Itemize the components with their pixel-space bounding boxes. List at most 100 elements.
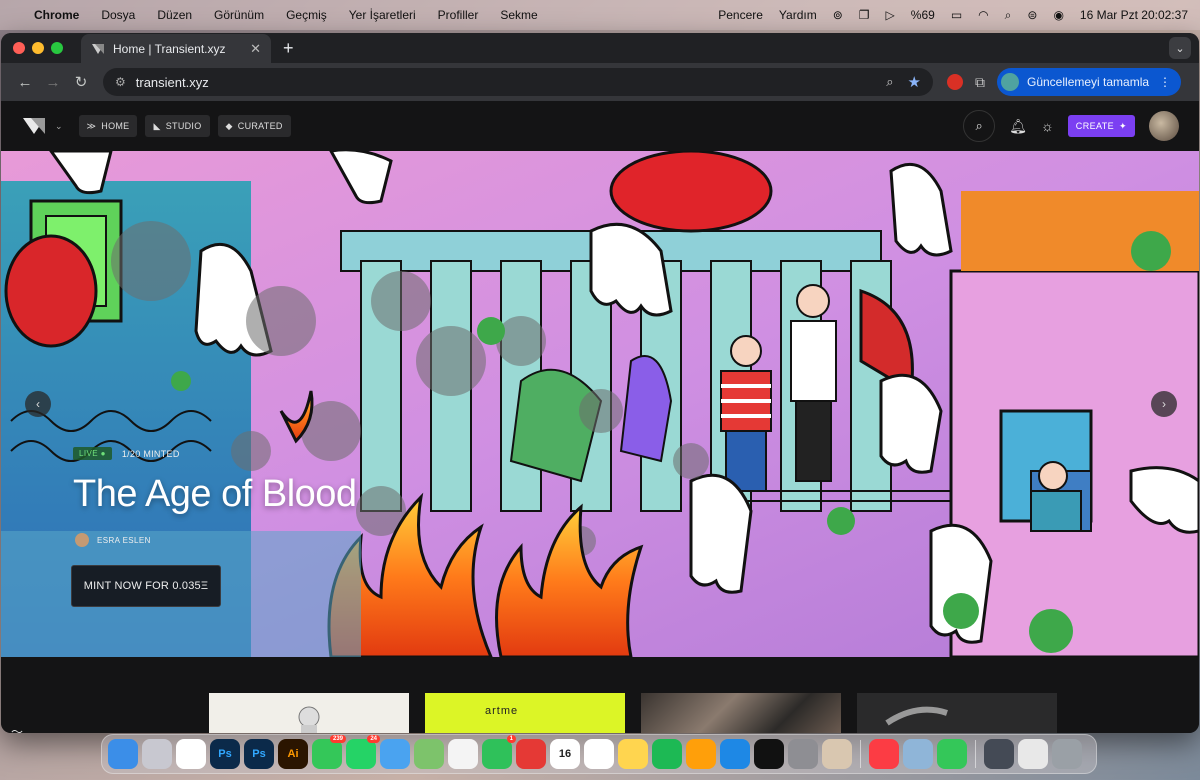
nav-curated-label: CURATED (237, 121, 283, 131)
search-icon[interactable]: ⌕ (1005, 8, 1012, 23)
artist-name: ESRA ESLEN (97, 535, 151, 545)
url-text[interactable]: transient.xyz (136, 75, 209, 90)
hero-prev-icon[interactable]: ‹ (25, 391, 51, 417)
menu-item-window[interactable]: Pencere (718, 8, 763, 22)
dock-pages-icon[interactable] (686, 739, 716, 769)
dock-launchpad-icon[interactable] (142, 739, 172, 769)
dock-weather-icon[interactable] (380, 739, 410, 769)
menu-item-file[interactable]: Dosya (101, 8, 135, 22)
clock[interactable]: 16 Mar Pzt 20:02:37 (1080, 8, 1188, 22)
update-button-label: Güncellemeyi tamamla (1027, 75, 1150, 89)
new-tab-icon[interactable]: + (283, 38, 294, 59)
dock-music-icon[interactable] (869, 739, 899, 769)
dock-illustrator-icon[interactable]: Ai (278, 739, 308, 769)
dock-messages-icon[interactable]: 239 (312, 735, 346, 769)
dock-finder-icon[interactable] (108, 739, 138, 769)
bookmark-star-icon[interactable]: ★ (908, 73, 921, 91)
extension-red-icon[interactable] (947, 74, 963, 90)
dock-window-1-icon[interactable] (984, 739, 1014, 769)
nav-studio[interactable]: ◣ STUDIO (145, 115, 210, 137)
menu-app-name[interactable]: Chrome (34, 8, 79, 22)
close-window-button[interactable] (13, 42, 25, 54)
dock-app-store-icon[interactable] (720, 739, 750, 769)
collection-card[interactable] (641, 693, 841, 733)
mint-button[interactable]: MINT NOW FOR 0.035Ξ (71, 565, 221, 607)
dock-whatsapp-icon[interactable]: 24 (346, 735, 380, 769)
dock-icon-label: 16 (558, 748, 572, 760)
siri-icon[interactable]: ◉ (1053, 8, 1063, 22)
menu-item-bookmarks[interactable]: Yer İşaretleri (349, 8, 416, 22)
dock-notes-icon[interactable] (618, 739, 648, 769)
screen-mirror-icon[interactable]: ❐ (859, 8, 870, 22)
create-button[interactable]: CREATE ✦ (1067, 115, 1135, 137)
zoom-icon[interactable]: ⌕ (886, 74, 893, 90)
address-bar[interactable]: ⚙ transient.xyz ⌕ ★ (103, 68, 933, 96)
notifications-bell-icon[interactable]: 🔔︎ (1009, 118, 1027, 135)
nav-curated[interactable]: ◆ CURATED (217, 115, 291, 137)
hero-next-icon[interactable]: › (1151, 391, 1177, 417)
minimize-window-button[interactable] (32, 42, 44, 54)
dock-iphone-mirroring-icon[interactable] (822, 739, 852, 769)
menu-item-help[interactable]: Yardım (779, 8, 817, 22)
dock-maps-icon[interactable] (414, 739, 444, 769)
menu-item-tab[interactable]: Sekme (500, 8, 537, 22)
nav-home[interactable]: ≫ HOME (78, 115, 138, 137)
menu-item-history[interactable]: Geçmiş (286, 8, 327, 22)
transient-favicon-icon (92, 44, 104, 54)
wifi-icon[interactable]: ◠ (978, 8, 988, 22)
tab-search-chevron-icon[interactable]: ⌄ (1169, 37, 1191, 59)
zoom-window-button[interactable] (51, 42, 63, 54)
menu-item-profiles[interactable]: Profiller (438, 8, 479, 22)
more-menu-icon[interactable]: ⋮ (1159, 75, 1171, 89)
theme-sun-icon[interactable]: ☼ (1041, 118, 1054, 134)
dock-capture-icon[interactable] (754, 739, 784, 769)
control-center-icon[interactable]: ⊜ (1027, 8, 1037, 22)
extensions-puzzle-icon[interactable]: ⧉ (975, 74, 985, 91)
dock-badge: 239 (329, 735, 346, 743)
create-button-label: CREATE (1075, 121, 1115, 131)
dock-chrome-icon[interactable] (176, 739, 206, 769)
browser-tab[interactable]: Home | Transient.xyz ✕ (81, 34, 271, 64)
site-settings-icon[interactable]: ⚙ (115, 75, 126, 89)
dock-facetime-icon[interactable]: 1 (482, 735, 516, 769)
logo-menu-chevron-icon[interactable]: ⌄ (55, 121, 63, 132)
dock-preview-icon[interactable] (903, 739, 933, 769)
battery-icon[interactable]: ▭ (951, 8, 962, 22)
dock-icon-label: Ai (287, 748, 299, 760)
dock-system-settings-icon[interactable] (788, 739, 818, 769)
close-tab-icon[interactable]: ✕ (250, 41, 261, 57)
dock-separator (860, 740, 861, 768)
collection-card[interactable] (857, 693, 1057, 733)
collection-card[interactable] (209, 693, 409, 733)
dock-window-2-icon[interactable] (1018, 739, 1048, 769)
dock-photoshop-icon[interactable]: Ps (244, 739, 274, 769)
reload-icon[interactable]: ↻ (67, 73, 95, 91)
dock-reminders-icon[interactable] (584, 739, 614, 769)
collection-card[interactable]: artme (425, 693, 625, 733)
site-search-icon[interactable]: ⌕ (963, 110, 996, 142)
play-icon[interactable]: ▷ (886, 8, 895, 22)
dock-screen-recorder-icon[interactable] (516, 739, 546, 769)
user-avatar[interactable] (1149, 111, 1179, 141)
dock-spotify-icon[interactable] (652, 739, 682, 769)
dock-calendar-icon[interactable]: 16 (550, 739, 580, 769)
dock-badge: 24 (367, 735, 380, 743)
collection-cards: 〜 artme (1, 657, 1199, 733)
menu-item-edit[interactable]: Düzen (157, 8, 192, 22)
menu-item-view[interactable]: Görünüm (214, 8, 264, 22)
transient-logo-icon[interactable] (21, 116, 47, 136)
section-heading-partial: 〜 (11, 725, 24, 733)
hero-title[interactable]: The Age of Blood (73, 473, 357, 516)
back-icon[interactable]: ← (11, 74, 39, 91)
forward-icon[interactable]: → (39, 74, 67, 91)
update-button[interactable]: Güncellemeyi tamamla ⋮ (997, 68, 1182, 96)
dock-photos-icon[interactable] (448, 739, 478, 769)
dock-trash-icon[interactable] (1052, 739, 1082, 769)
tab-title: Home | Transient.xyz (113, 42, 226, 56)
dock-numbers-icon[interactable] (937, 739, 967, 769)
hero-banner[interactable]: ‹ › LIVE ● 1/20 MINTED The Age of Blood … (1, 151, 1199, 657)
artist-credit[interactable]: ESRA ESLEN (75, 533, 151, 547)
dock-photoshop-icon[interactable]: Ps (210, 739, 240, 769)
status-app-icon[interactable]: ⊚ (833, 8, 843, 22)
site-nav: ⌄ ≫ HOME ◣ STUDIO ◆ CURATED ⌕ 🔔︎ ☼ CREAT… (1, 101, 1199, 151)
